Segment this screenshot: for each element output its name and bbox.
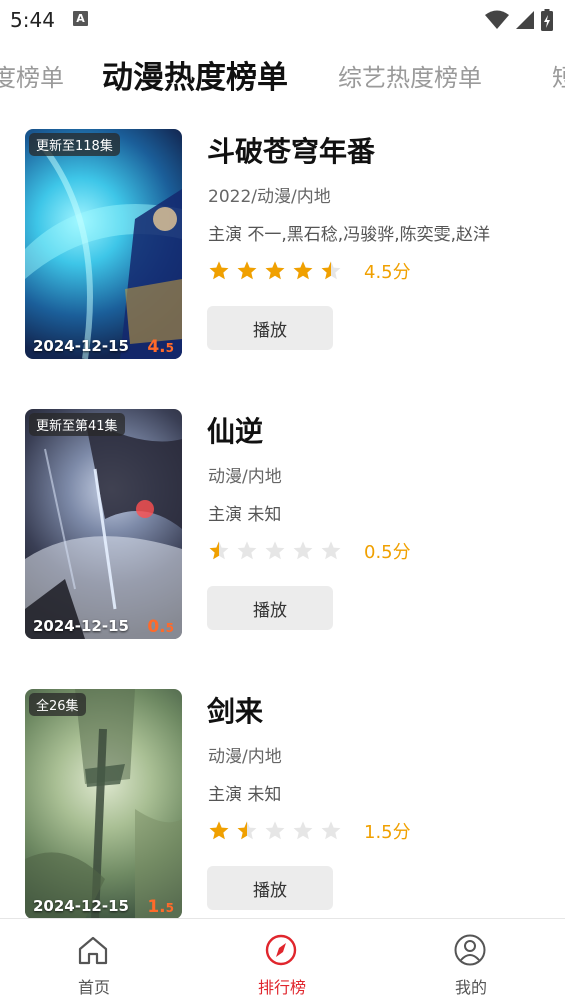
poster-date: 2024-12-15 — [33, 337, 129, 355]
poster-date: 2024-12-15 — [33, 617, 129, 635]
poster-score: 4.5 — [147, 337, 174, 357]
star-full-icon — [209, 821, 229, 840]
poster-score-sub: 5 — [165, 341, 174, 355]
list-item[interactable]: 更新至第41集 2024-12-15 0.5 仙逆 动漫/内地 主演 未知 0.… — [0, 396, 565, 676]
poster-score-sub: 5 — [165, 621, 174, 635]
poster-art — [25, 147, 182, 359]
list-item[interactable]: 全26集 2024-12-15 1.5 剑来 动漫/内地 主演 未知 1.5分 … — [0, 676, 565, 918]
star-full-icon — [293, 261, 313, 280]
item-title[interactable]: 斗破苍穹年番 — [207, 130, 375, 170]
star-empty-icon — [293, 821, 313, 840]
episode-badge: 全26集 — [29, 693, 86, 716]
list-item[interactable]: 更新至118集 2024-12-15 4.5 斗破苍穹年番 2022/动漫/内地… — [0, 116, 565, 396]
star-half-icon — [209, 541, 229, 560]
nav-mine[interactable]: 我的 — [377, 919, 565, 1006]
poster-art — [25, 419, 182, 639]
star-empty-icon — [321, 541, 341, 560]
signal-icon — [516, 11, 534, 29]
play-button[interactable]: 播放 — [207, 586, 333, 630]
rating: 0.5分 — [208, 538, 411, 564]
star-half-icon — [321, 261, 341, 280]
item-meta: 动漫/内地 — [208, 747, 282, 767]
star-empty-icon — [265, 541, 285, 560]
star-empty-icon — [321, 821, 341, 840]
nav-ranking[interactable]: 排行榜 — [188, 919, 376, 1006]
status-icons — [485, 9, 553, 31]
play-button[interactable]: 播放 — [207, 866, 333, 910]
nav-home[interactable]: 首页 — [0, 919, 188, 1006]
item-meta: 2022/动漫/内地 — [208, 187, 331, 207]
star-empty-icon — [293, 541, 313, 560]
poster-score-main: 1. — [147, 897, 166, 917]
poster-date: 2024-12-15 — [33, 897, 129, 915]
score-text: 4.5分 — [364, 262, 411, 283]
play-button[interactable]: 播放 — [207, 306, 333, 350]
item-title[interactable]: 仙逆 — [207, 410, 263, 450]
poster-score: 1.5 — [147, 897, 174, 917]
user-icon — [454, 934, 486, 966]
star-full-icon — [265, 261, 285, 280]
item-meta: 动漫/内地 — [208, 467, 282, 487]
tab-variety-hot-partial[interactable]: 度榜单 — [0, 40, 64, 116]
nav-mine-label: 我的 — [454, 978, 487, 997]
nav-ranking-label: 排行榜 — [257, 978, 306, 997]
episode-badge: 更新至118集 — [29, 133, 120, 156]
ranking-list: 更新至118集 2024-12-15 4.5 斗破苍穹年番 2022/动漫/内地… — [0, 116, 565, 918]
poster-art — [25, 689, 182, 918]
poster-score-main: 0. — [147, 617, 166, 637]
tab-short-partial[interactable]: 短 — [552, 40, 565, 116]
poster-score-sub: 5 — [165, 901, 174, 915]
tab-variety-hot[interactable]: 综艺热度榜单 — [338, 40, 482, 116]
poster-score: 0.5 — [147, 617, 174, 637]
category-tabs: 度榜单 动漫热度榜单 综艺热度榜单 短 — [0, 40, 565, 116]
item-cast: 主演 不一,黑石稔,冯骏骅,陈奕雯,赵洋 — [208, 225, 491, 245]
star-full-icon — [209, 261, 229, 280]
bottom-nav: 首页 排行榜 我的 — [0, 918, 565, 1006]
episode-badge: 更新至第41集 — [29, 413, 125, 436]
item-cast: 主演 未知 — [208, 505, 282, 525]
compass-icon — [265, 934, 297, 966]
poster-score-main: 4. — [147, 337, 166, 357]
poster-image[interactable]: 更新至第41集 2024-12-15 0.5 — [25, 409, 182, 639]
status-time: 5:44 — [10, 8, 55, 32]
wifi-icon — [485, 10, 509, 29]
item-cast: 主演 未知 — [208, 785, 282, 805]
poster-image[interactable]: 更新至118集 2024-12-15 4.5 — [25, 129, 182, 359]
star-empty-icon — [237, 541, 257, 560]
battery-icon — [541, 9, 553, 31]
home-icon — [78, 936, 108, 965]
star-rating — [208, 540, 342, 562]
rating: 4.5分 — [208, 258, 411, 284]
status-bar: 5:44 A — [0, 0, 565, 40]
star-empty-icon — [265, 821, 285, 840]
notification-a-icon: A — [73, 11, 88, 26]
poster-image[interactable]: 全26集 2024-12-15 1.5 — [25, 689, 182, 918]
star-rating — [208, 260, 342, 282]
score-text: 1.5分 — [364, 822, 411, 843]
star-rating — [208, 820, 342, 842]
rating: 1.5分 — [208, 818, 411, 844]
nav-home-label: 首页 — [77, 978, 110, 997]
score-text: 0.5分 — [364, 542, 411, 563]
item-title[interactable]: 剑来 — [207, 690, 263, 730]
star-full-icon — [237, 261, 257, 280]
tab-anime-hot[interactable]: 动漫热度榜单 — [102, 40, 288, 116]
star-half-icon — [237, 821, 257, 840]
